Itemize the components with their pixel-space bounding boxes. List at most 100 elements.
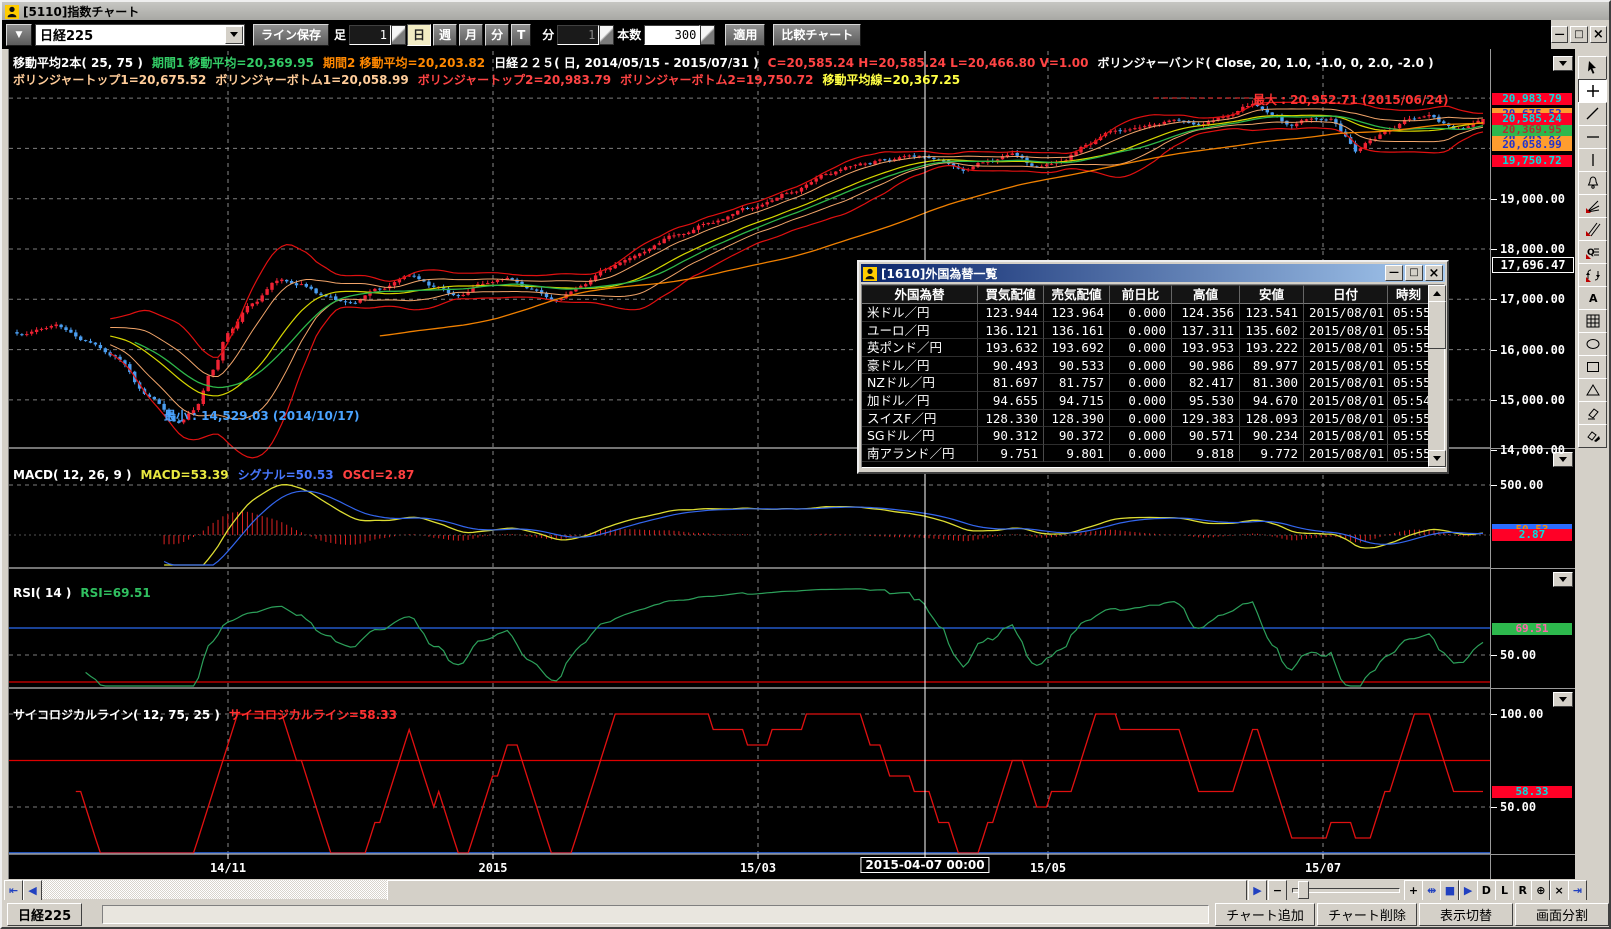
forex-table-row[interactable]: 英ポンド／円193.632193.6920.000193.953193.2222… xyxy=(862,339,1444,357)
scrollbar-thumb[interactable] xyxy=(1428,301,1446,349)
eraser-tool-button[interactable] xyxy=(1578,401,1607,425)
ashi-spinner[interactable] xyxy=(391,25,406,45)
forex-column-header[interactable]: 前日比 xyxy=(1110,285,1172,304)
alert-tool-button[interactable] xyxy=(1578,171,1607,195)
scroll-right-button[interactable]: ▶ xyxy=(1248,880,1267,901)
pane-separator xyxy=(1491,568,1575,569)
vertical-line-tool-button[interactable] xyxy=(1578,148,1607,172)
right-scale-button[interactable]: R xyxy=(1513,880,1532,901)
forex-table-row[interactable]: 南アランド／円9.7519.8010.0009.8189.7722015/08/… xyxy=(862,445,1444,463)
apply-button[interactable]: 適用 xyxy=(725,24,765,46)
arrow-down-icon xyxy=(1433,456,1441,461)
currency-pair-cell: ユーロ／円 xyxy=(862,322,978,340)
symbol-combobox[interactable]: 日経225 xyxy=(35,24,245,46)
grid-tool-button[interactable] xyxy=(1578,309,1607,333)
forex-column-header[interactable]: 安値 xyxy=(1240,285,1304,304)
window-titlebar[interactable]: [5110]指数チャート xyxy=(2,2,1609,21)
crosshair-tool-button[interactable] xyxy=(1578,79,1607,103)
play-button[interactable]: ▶ xyxy=(1459,880,1478,901)
value-cell: 2015/08/01 xyxy=(1304,322,1388,340)
forex-column-header[interactable]: 日付 xyxy=(1304,285,1388,304)
scroll-left-button[interactable]: ◀ xyxy=(23,880,42,901)
zoom-out-button[interactable]: − xyxy=(1268,880,1287,901)
forex-column-header[interactable]: 時刻 xyxy=(1388,285,1430,304)
minute-input[interactable]: 1 xyxy=(557,25,599,45)
forex-table-row[interactable]: 加ドル／円94.65594.7150.00095.53094.6702015/0… xyxy=(862,392,1444,410)
scroll-home-button[interactable]: ⇤ xyxy=(4,880,23,901)
clear-all-tool-button[interactable] xyxy=(1578,424,1607,448)
forex-close-button[interactable]: × xyxy=(1425,265,1443,281)
scroll-down-button[interactable] xyxy=(1428,450,1446,467)
scroll-up-button[interactable] xyxy=(1428,285,1446,302)
period-month-button[interactable]: 月 xyxy=(459,24,483,46)
symbol-list-button[interactable]: ▼ xyxy=(6,24,32,46)
bars-input[interactable]: 300 xyxy=(644,25,700,45)
forex-column-header[interactable]: 売気配値 xyxy=(1044,285,1110,304)
rectangle-tool-button[interactable] xyxy=(1578,355,1607,379)
forex-table-row[interactable]: スイスF／円128.330128.3900.000129.383128.0932… xyxy=(862,410,1444,428)
forex-column-header[interactable]: 高値 xyxy=(1172,285,1240,304)
pointer-tool-button[interactable] xyxy=(1578,56,1607,80)
line-save-button[interactable]: ライン保存 xyxy=(253,24,329,46)
close-button[interactable]: × xyxy=(1590,26,1607,43)
zoom-in-button[interactable]: + xyxy=(1404,880,1423,901)
forex-table-row[interactable]: 豪ドル／円90.49390.5330.00090.98689.9772015/0… xyxy=(862,357,1444,375)
ashi-input[interactable]: 1 xyxy=(349,25,391,45)
bars-spinner[interactable] xyxy=(700,25,715,45)
pane-scale-dropdown[interactable] xyxy=(1553,572,1573,587)
main-pane-legend-1: 移動平均2本( 25, 75 )期間1 移動平均=20,369.95期間2 移動… xyxy=(13,54,1443,71)
delete-chart-button[interactable]: チャート削除 xyxy=(1317,903,1417,926)
value-cell: 90.986 xyxy=(1172,357,1240,375)
quote-tool-button[interactable]: Q xyxy=(1578,240,1607,264)
pane-scale-dropdown[interactable] xyxy=(1553,692,1573,707)
period-minute-button[interactable]: 分 xyxy=(485,24,509,46)
forex-window-titlebar[interactable]: [1610]外国為替一覧 — □ × xyxy=(861,264,1445,282)
split-screen-button[interactable]: 画面分割 xyxy=(1515,903,1609,926)
stop-button[interactable]: ■ xyxy=(1440,880,1459,901)
pane-scale-dropdown[interactable] xyxy=(1553,56,1573,71)
forex-table-row[interactable]: ユーロ／円136.121136.1610.000137.311135.60220… xyxy=(862,322,1444,340)
magnify-button[interactable]: ⊕ xyxy=(1531,880,1550,901)
horizontal-line-tool-button[interactable] xyxy=(1578,125,1607,149)
zoom-slider-thumb[interactable] xyxy=(1298,881,1309,899)
forex-scrollbar[interactable] xyxy=(1428,285,1444,467)
ellipse-tool-button[interactable] xyxy=(1578,332,1607,356)
trendline-tool-button[interactable] xyxy=(1578,102,1607,126)
pointer-tool-icon xyxy=(1585,60,1601,76)
chart-tab-nikkei225[interactable]: 日経225 xyxy=(7,903,82,926)
minimize-button[interactable]: — xyxy=(1551,26,1568,43)
cycle-lines-tool-button[interactable] xyxy=(1578,263,1607,287)
close-zoom-button[interactable]: × xyxy=(1550,880,1569,901)
period-day-button[interactable]: 日 xyxy=(407,24,431,46)
day-mode-button[interactable]: D xyxy=(1477,880,1496,901)
fit-width-button[interactable]: ⇹ xyxy=(1422,880,1441,901)
value-cell: 2015/08/01 xyxy=(1304,374,1388,392)
axis-label: 50.00 xyxy=(1500,800,1536,814)
scroll-end-button[interactable]: ⇥ xyxy=(1568,880,1587,901)
forex-table-row[interactable]: SGドル／円90.31290.3720.00090.57190.2342015/… xyxy=(862,427,1444,445)
scrollbar-thumb[interactable] xyxy=(387,880,1247,901)
period-tick-button[interactable]: T xyxy=(511,24,531,46)
forex-table-row[interactable]: NZドル／円81.69781.7570.00082.41781.3002015/… xyxy=(862,374,1444,392)
text-tool-icon: A xyxy=(1585,290,1601,306)
forex-minimize-button[interactable]: — xyxy=(1385,265,1403,281)
log-scale-button[interactable]: L xyxy=(1495,880,1514,901)
compare-chart-button[interactable]: 比較チャート xyxy=(773,24,861,46)
triangle-tool-button[interactable] xyxy=(1578,378,1607,402)
combo-dropdown-button[interactable] xyxy=(225,26,243,44)
minute-spinner[interactable] xyxy=(599,25,614,45)
period-week-button[interactable]: 週 xyxy=(433,24,457,46)
forex-column-header[interactable]: 外国為替 xyxy=(862,285,978,304)
maximize-button[interactable]: □ xyxy=(1570,26,1587,43)
gann-lines-tool-button[interactable] xyxy=(1578,217,1607,241)
text-tool-button[interactable]: A xyxy=(1578,286,1607,310)
value-cell: 0.000 xyxy=(1110,427,1172,445)
add-chart-button[interactable]: チャート追加 xyxy=(1215,903,1315,926)
forex-table-row[interactable]: 米ドル／円123.944123.9640.000124.356123.54120… xyxy=(862,304,1444,322)
axis-tick xyxy=(1491,400,1497,401)
toggle-display-button[interactable]: 表示切替 xyxy=(1419,903,1513,926)
value-cell: 9.772 xyxy=(1240,445,1304,463)
forex-maximize-button[interactable]: □ xyxy=(1405,265,1423,281)
forex-column-header[interactable]: 買気配値 xyxy=(978,285,1044,304)
fan-lines-tool-button[interactable] xyxy=(1578,194,1607,218)
